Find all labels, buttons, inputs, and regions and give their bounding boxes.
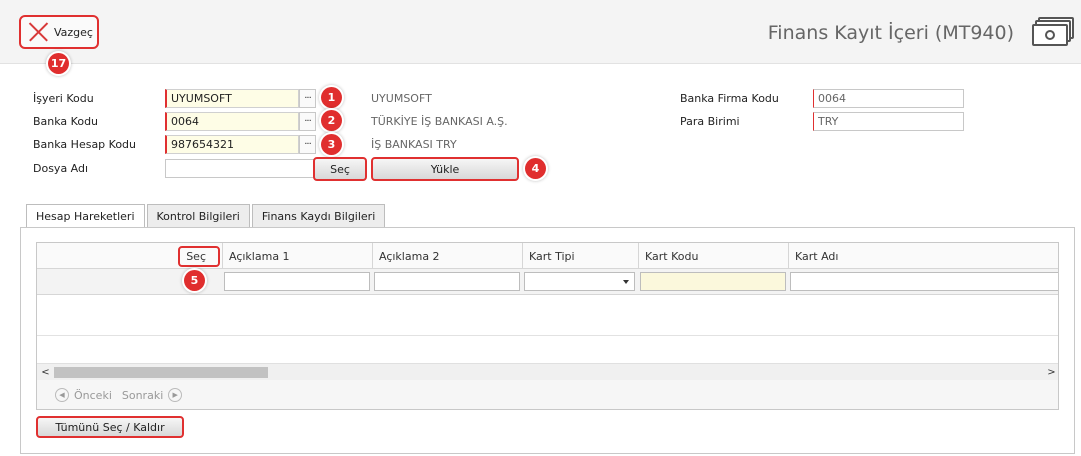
- filter-card-type-select[interactable]: [524, 272, 635, 291]
- filter-description-2-input[interactable]: [374, 272, 520, 291]
- callout-badge-2: 2: [321, 110, 342, 131]
- bank-account-code-label: Banka Hesap Kodu: [33, 138, 137, 151]
- page-title: Finans Kayıt İçeri (MT940): [767, 22, 1014, 44]
- bank-code-label: Banka Kodu: [33, 115, 99, 128]
- workplace-code-label: İşyeri Kodu: [33, 92, 94, 105]
- filter-description-1-input[interactable]: [224, 272, 370, 291]
- scroll-right-icon[interactable]: >: [1043, 364, 1058, 381]
- next-page-link[interactable]: Sonraki: [122, 389, 163, 402]
- column-header-select-label: Seç: [178, 245, 220, 267]
- workplace-code-input[interactable]: UYUMSOFT: [165, 89, 299, 108]
- bank-code-input[interactable]: 0064: [165, 112, 299, 131]
- bank-account-code-lookup-button[interactable]: ···: [299, 135, 316, 154]
- grid-empty-row: [37, 295, 1058, 336]
- grid-header: Seç Açıklama 1 Açıklama 2 Kart Tipi Kart…: [37, 243, 1058, 269]
- select-all-toggle-button[interactable]: Tümünü Seç / Kaldır: [36, 416, 184, 438]
- top-toolbar: Vazgeç Finans Kayıt İçeri (MT940): [0, 0, 1081, 64]
- filter-card-name-input[interactable]: [790, 272, 1058, 291]
- bank-company-code-input[interactable]: 0064: [813, 89, 964, 108]
- cancel-button-label: Vazgeç: [54, 25, 93, 39]
- callout-badge-1: 1: [321, 87, 342, 108]
- bank-code-lookup-button[interactable]: ···: [299, 112, 316, 131]
- select-file-button[interactable]: Seç: [313, 157, 367, 181]
- transactions-grid: Seç Açıklama 1 Açıklama 2 Kart Tipi Kart…: [36, 242, 1059, 410]
- bank-code-description: TÜRKİYE İŞ BANKASI A.Ş.: [371, 115, 508, 128]
- tab-account-transactions[interactable]: Hesap Hareketleri: [26, 204, 145, 228]
- previous-page-icon[interactable]: ◀: [55, 388, 69, 402]
- file-name-input[interactable]: [165, 159, 315, 178]
- column-header-description-2[interactable]: Açıklama 2: [373, 243, 523, 269]
- callout-badge-4: 4: [525, 158, 546, 179]
- column-header-description-1[interactable]: Açıklama 1: [223, 243, 373, 269]
- bank-account-code-description: İŞ BANKASI TRY: [371, 138, 457, 151]
- column-header-select[interactable]: Seç: [37, 243, 223, 269]
- horizontal-scrollbar[interactable]: < >: [37, 363, 1058, 381]
- filter-card-code-input[interactable]: [640, 272, 786, 291]
- currency-label: Para Birimi: [680, 115, 740, 128]
- currency-input[interactable]: TRY: [813, 112, 964, 131]
- column-header-card-code[interactable]: Kart Kodu: [639, 243, 789, 269]
- callout-badge-17: 17: [48, 53, 69, 74]
- money-icon: [1030, 15, 1076, 49]
- tab-panel: Seç Açıklama 1 Açıklama 2 Kart Tipi Kart…: [20, 227, 1075, 454]
- scrollbar-thumb[interactable]: [54, 367, 268, 378]
- previous-page-link[interactable]: Önceki: [74, 389, 112, 402]
- load-button[interactable]: Yükle: [371, 157, 519, 181]
- callout-badge-3: 3: [321, 134, 342, 155]
- close-icon: [27, 21, 49, 43]
- callout-badge-5: 5: [184, 270, 205, 291]
- file-name-label: Dosya Adı: [33, 162, 89, 175]
- tab-control-info[interactable]: Kontrol Bilgileri: [146, 204, 250, 227]
- scroll-left-icon[interactable]: <: [37, 364, 54, 381]
- bank-account-code-input[interactable]: 987654321: [165, 135, 299, 154]
- cancel-button[interactable]: Vazgeç: [19, 15, 99, 49]
- workplace-code-lookup-button[interactable]: ···: [299, 89, 316, 108]
- next-page-icon[interactable]: ▶: [168, 388, 183, 402]
- grid-pager: ◀ Önceki Sonraki ▶: [37, 380, 1058, 409]
- column-header-card-type[interactable]: Kart Tipi: [523, 243, 639, 269]
- tab-bar: Hesap Hareketleri Kontrol Bilgileri Fina…: [26, 204, 387, 228]
- workplace-code-description: UYUMSOFT: [371, 92, 432, 105]
- column-header-card-name[interactable]: Kart Adı: [789, 243, 1058, 269]
- tab-finance-record-info[interactable]: Finans Kaydı Bilgileri: [251, 204, 386, 227]
- bank-company-code-label: Banka Firma Kodu: [680, 92, 779, 105]
